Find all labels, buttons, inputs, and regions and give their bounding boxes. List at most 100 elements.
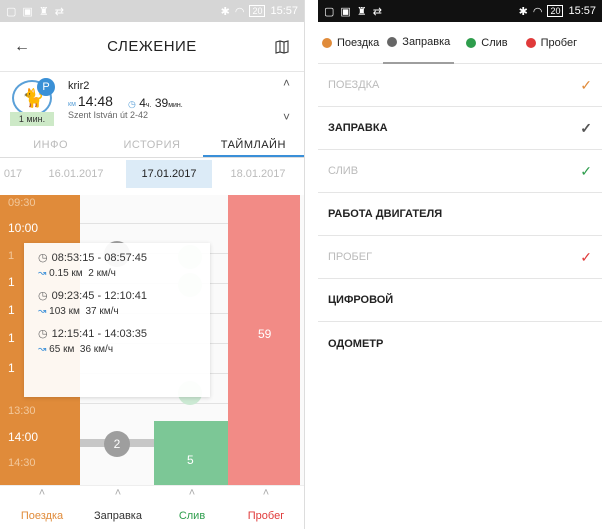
route-icon: ↝ [38, 306, 47, 317]
nav-refuel[interactable]: ˄ Заправка [80, 486, 156, 522]
chevron-up-icon: ˄ [114, 487, 122, 499]
date-item-selected[interactable]: 17.01.2017 [126, 160, 212, 188]
legend-mileage[interactable]: Пробег [522, 22, 581, 64]
chevron-up-icon: ˄ [262, 487, 270, 499]
bottom-nav: ˄ Поездка ˄ Заправка ˄ Слив ˄ Пробег [0, 485, 304, 529]
time-label: 1 [8, 303, 15, 317]
red-dot-icon [525, 37, 536, 48]
vehicle-name: krir2 [68, 80, 90, 92]
legend-refuel[interactable]: Заправка [383, 22, 455, 64]
time-label: 13:30 [8, 405, 36, 417]
list-item-label: Пробег [328, 251, 373, 263]
tab-timeline[interactable]: ТАЙМЛАЙН [202, 134, 304, 157]
time-label: 14:30 [8, 457, 36, 469]
grey-dot-icon [387, 36, 398, 47]
time-prefix: км [68, 101, 76, 108]
chevron-up-icon[interactable]: ˄ [283, 76, 290, 90]
time-label: 10:00 [8, 221, 39, 235]
status-bar: ▢ ▣ ♜ ⇄ ✱ ◠ 20 15:57 [318, 0, 602, 22]
trip-segment: ◷ 12:15:41 - 14:03:35 ↝ 65 км 36 км/ч [38, 327, 196, 355]
status-tag: 1 мин. [10, 112, 54, 126]
segment-range: 12:15:41 - 14:03:35 [51, 328, 148, 340]
nav-mileage-label: Пробег [247, 510, 285, 522]
segment-speed: 37 км/ч [85, 306, 119, 317]
nav-mileage[interactable]: ˄ Пробег [228, 486, 304, 522]
bluetooth-icon: ✱ [220, 5, 230, 18]
vehicle-last-time: км 14:48 [68, 93, 113, 109]
time-label: 14:00 [8, 430, 39, 444]
date-item[interactable]: 16.01.2017 [26, 160, 126, 188]
time-label: 1 [8, 250, 15, 262]
list-item[interactable]: Пробег ✓ [318, 236, 602, 279]
grid-line [80, 403, 228, 404]
vehicle-card[interactable]: 🐈 P 1 мин. krir2 км 14:48 ◷ 4ч. 39мин. Sz… [0, 72, 304, 128]
legend-label: Поездка [337, 36, 380, 49]
date-item[interactable]: 017 [0, 160, 26, 188]
clock-icon: ◷ [38, 252, 48, 264]
check-icon: ✓ [580, 76, 592, 93]
tab-bar: ИНФО ИСТОРИЯ ТАЙМЛАЙН [0, 134, 304, 158]
tab-info[interactable]: ИНФО [0, 134, 101, 157]
list-item[interactable]: Слив ✓ [318, 150, 602, 193]
trip-segment: ◷ 09:23:45 - 12:10:41 ↝ 103 км 37 км/ч [38, 289, 196, 317]
hours-unit: ч. [145, 102, 152, 109]
nav-trip[interactable]: ˄ Поездка [4, 486, 80, 522]
nav-trip-label: Поездка [20, 510, 64, 522]
list-item[interactable]: Работа двигателя [318, 193, 602, 236]
nav-drain-label: Слив [178, 510, 206, 522]
time-label: 1 [8, 275, 15, 289]
nav-drain[interactable]: ˄ Слив [154, 486, 230, 522]
route-icon: ↝ [38, 268, 47, 279]
date-item[interactable]: 18.01.2017 [212, 160, 304, 188]
segment-speed: 36 км/ч [79, 344, 114, 355]
minutes-unit: мин. [168, 102, 183, 109]
time-label: 1 [8, 331, 15, 345]
battery-indicator: 20 [249, 5, 266, 17]
legend-trip[interactable]: Поездка [318, 22, 383, 64]
duration-hours: 4 [139, 96, 146, 110]
legend-drain[interactable]: Слив [462, 22, 511, 64]
battery-indicator: 20 [547, 5, 564, 17]
filter-list: Поездка ✓ Заправка ✓ Слив ✓ Работа двига… [318, 64, 602, 365]
chevron-up-icon: ˄ [188, 487, 196, 499]
duration-minutes: 39 [154, 96, 169, 110]
list-item[interactable]: Поездка ✓ [318, 64, 602, 107]
back-arrow-icon[interactable]: ← [12, 37, 32, 57]
segment-range: 08:53:15 - 08:57:45 [51, 252, 148, 264]
list-item[interactable]: Цифровой [318, 279, 602, 322]
route-icon: ↝ [38, 344, 47, 355]
timeline-view[interactable]: 09:30 10:00 1 1 1 1 1 13:30 14:00 14:30 … [0, 195, 304, 485]
segment-range: 09:23:45 - 12:10:41 [51, 290, 148, 302]
chevron-down-icon[interactable]: ˅ [283, 110, 290, 124]
list-item-label: Цифровой [328, 294, 394, 306]
tab-history[interactable]: ИСТОРИЯ [101, 134, 202, 157]
list-item-label: Одометр [328, 337, 384, 350]
time-value: 14:48 [77, 93, 113, 109]
bluetooth-icon: ✱ [518, 5, 528, 18]
vehicle-address: Szent István út 2-42 [68, 110, 149, 120]
segment-distance: 65 км [49, 344, 75, 355]
clock-icon: ◷ [38, 328, 48, 340]
vehicle-duration: ◷ 4ч. 39мин. [128, 96, 183, 110]
fuel-count-marker[interactable]: 2 [104, 431, 130, 457]
mileage-value: 59 [258, 327, 272, 341]
legend-label: Слив [481, 36, 508, 49]
notification-icons: ▢ ▣ ♜ ⇄ [6, 5, 64, 18]
segment-distance: 103 км [49, 306, 80, 317]
nav-refuel-label: Заправка [94, 510, 142, 522]
list-item-label: Работа двигателя [328, 208, 443, 220]
legend-label: Заправка [402, 35, 451, 48]
clock: 15:57 [568, 5, 596, 17]
tracking-screen: ▢ ▣ ♜ ⇄ ✱ ◠ 20 15:57 ← СЛЕЖЕНИЕ 🐈 P 1 мин. … [0, 0, 305, 529]
drain-value: 5 [187, 453, 194, 467]
time-label: 09:30 [8, 197, 36, 209]
filter-screen: ▢ ▣ ♜ ⇄ ✱ ◠ 20 15:57 Поездка Заправка Слив … [318, 0, 602, 529]
list-item[interactable]: Одометр [318, 322, 602, 365]
wifi-icon: ◠ [532, 5, 543, 18]
green-dot-icon [466, 37, 477, 48]
list-item[interactable]: Заправка ✓ [318, 107, 602, 150]
notification-icons: ▢ ▣ ♜ ⇄ [324, 5, 382, 18]
map-icon[interactable] [272, 37, 292, 57]
trip-details-popup: ◷ 08:53:15 - 08:57:45 ↝ 0.15 км 2 км/ч ◷ 0… [24, 243, 210, 397]
chevron-up-icon: ˄ [38, 487, 46, 499]
